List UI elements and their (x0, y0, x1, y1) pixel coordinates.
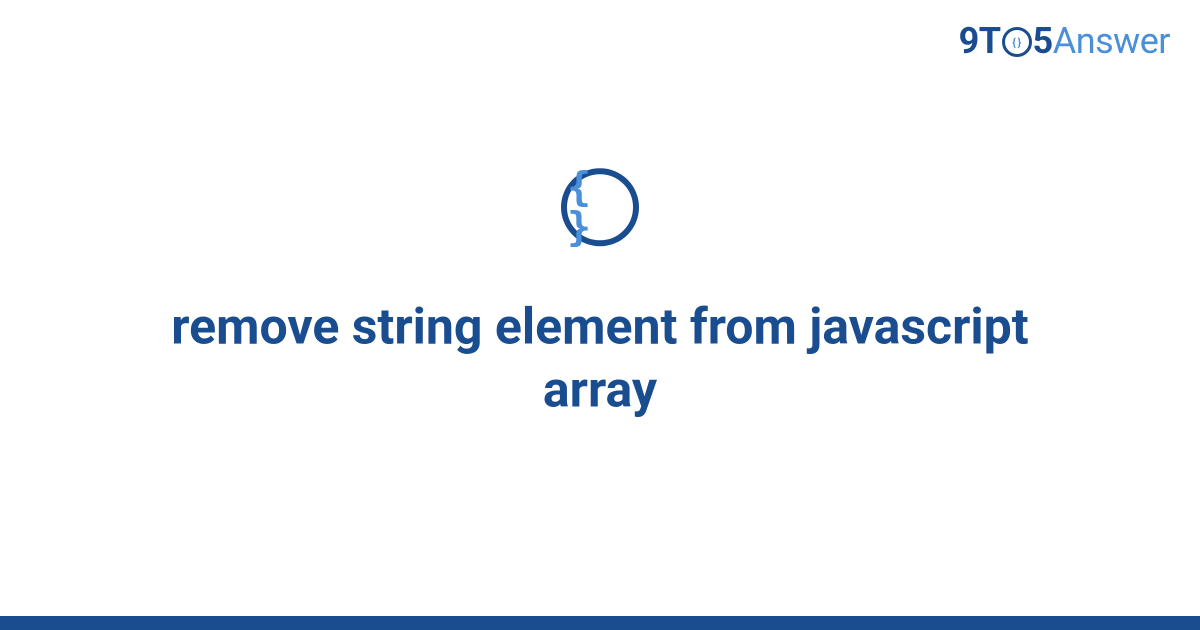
logo-text-5: 5 (1033, 20, 1053, 62)
main-content: { } remove string element from javascrip… (0, 168, 1200, 421)
page-title: remove string element from javascript ar… (150, 296, 1050, 421)
code-braces-icon: { } (567, 167, 633, 247)
logo-text-9t: 9T (959, 20, 1001, 62)
footer-bar (0, 616, 1200, 630)
logo-inner-braces: { } (1012, 37, 1021, 48)
topic-icon-circle: { } (561, 168, 639, 246)
site-logo: 9T { } 5 Answer (959, 20, 1170, 62)
logo-text-answer: Answer (1053, 20, 1170, 62)
logo-circle-icon: { } (1002, 27, 1032, 57)
